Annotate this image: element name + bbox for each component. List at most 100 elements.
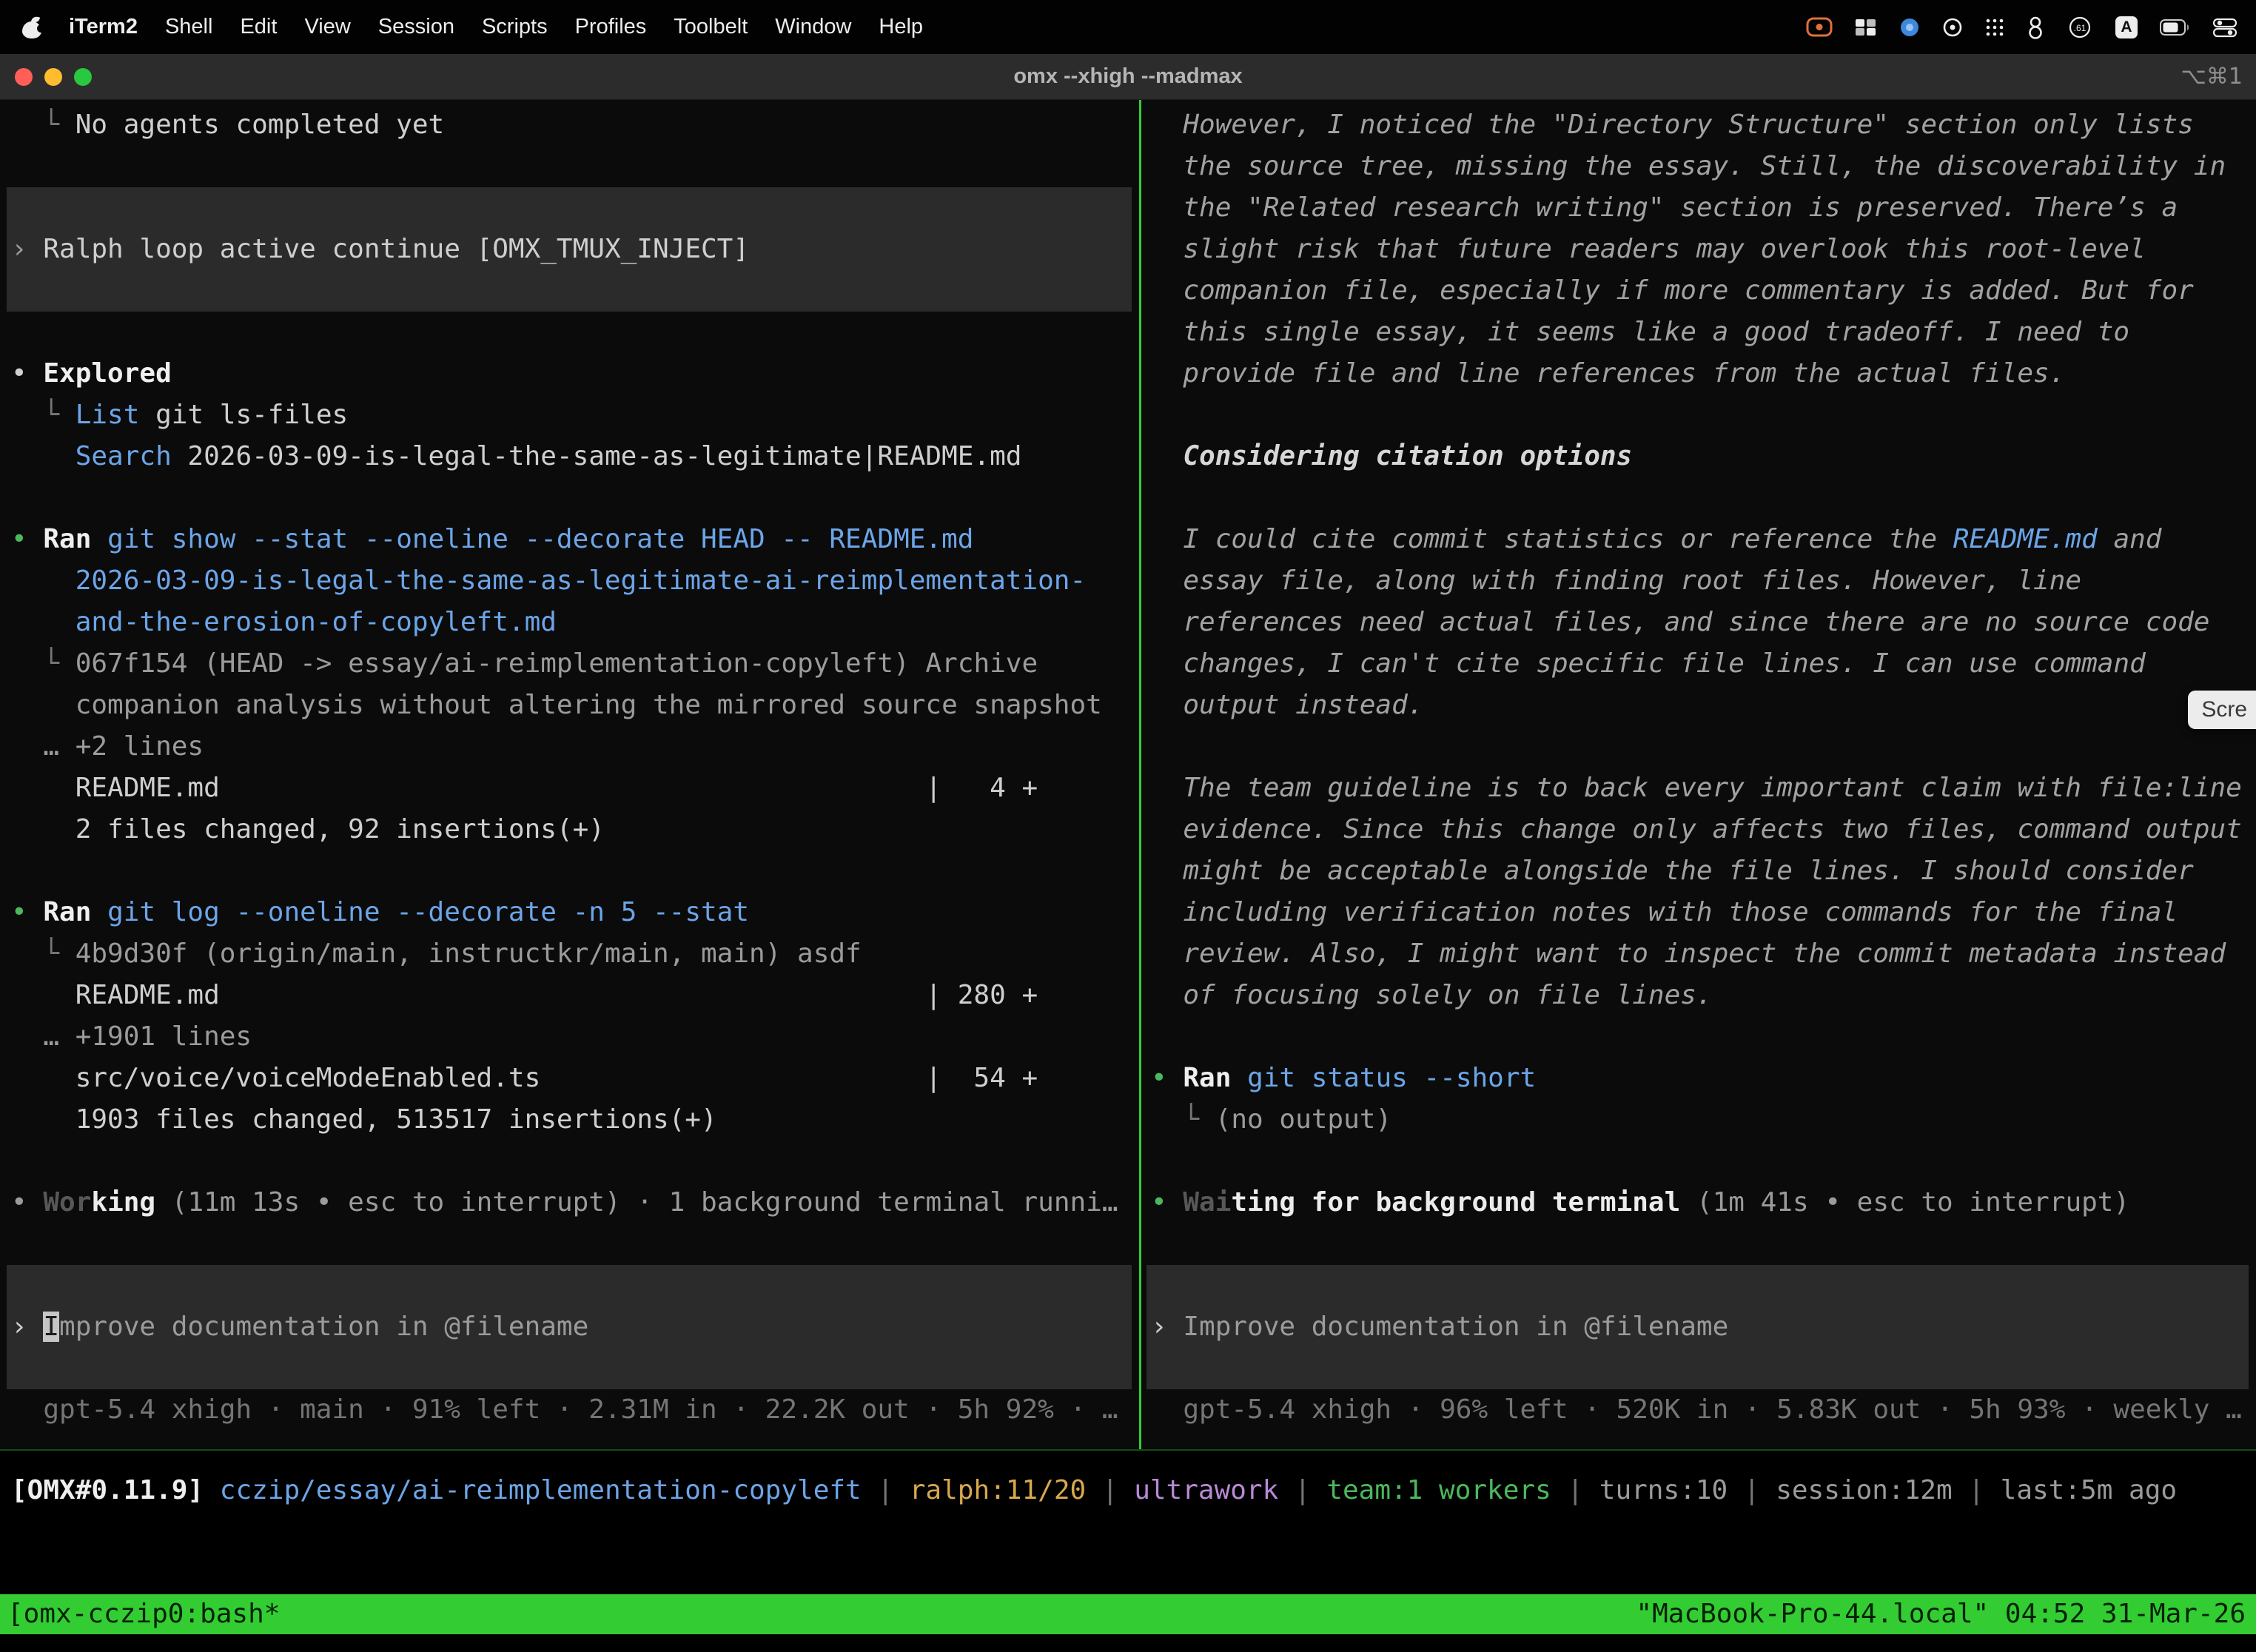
terminal-line: evidence. Since this change only affects… <box>1151 809 2256 850</box>
terminal-line: • Ran git show --stat --oneline --decora… <box>11 519 1139 560</box>
terminal-line: and-the-erosion-of-copyleft.md <box>11 602 1139 643</box>
menu-item-toolbelt[interactable]: Toolbelt <box>674 15 748 39</box>
terminal-line <box>11 146 1139 187</box>
terminal-line <box>1151 477 2256 519</box>
terminal-line: 2 files changed, 92 insertions(+) <box>11 809 1139 850</box>
input-source-icon[interactable]: A <box>2115 16 2138 38</box>
terminal-line: Search 2026-03-09-is-legal-the-same-as-l… <box>11 436 1139 477</box>
terminal-line: including verification notes with those … <box>1151 892 2256 933</box>
terminal-line: └ List git ls-files <box>11 394 1139 436</box>
terminal-line <box>7 1265 1132 1306</box>
close-button[interactable] <box>15 68 33 86</box>
terminal-line: this single essay, it seems like a good … <box>1151 312 2256 353</box>
svg-text:.61: .61 <box>2074 23 2087 33</box>
screen-recording-icon[interactable] <box>1806 17 1833 37</box>
terminal-line: › Ralph loop active continue [OMX_TMUX_I… <box>7 229 1132 270</box>
window-shortcut-badge: ⌥⌘1 <box>2181 64 2243 90</box>
terminal-line <box>7 270 1132 312</box>
blue-app-icon[interactable] <box>1899 17 1920 38</box>
tmux-status-bar: [omx-cczip0:bash* "MacBook-Pro-44.local"… <box>0 1594 2256 1634</box>
tmux-host-clock: "MacBook-Pro-44.local" 04:52 31-Mar-26 <box>1636 1594 2246 1634</box>
terminal-line: references need actual files, and since … <box>1151 602 2256 643</box>
menu-item-session[interactable]: Session <box>378 15 454 39</box>
menu-bar: iTerm2 Shell Edit View Session Scripts P… <box>0 0 2256 54</box>
terminal-pane-left[interactable]: └ No agents completed yet › Ralph loop ac… <box>0 100 1139 1449</box>
terminal-line: the "Related research writing" section i… <box>1151 187 2256 229</box>
terminal-line: gpt-5.4 xhigh · main · 91% left · 2.31M … <box>11 1389 1139 1431</box>
terminal-pane-right[interactable]: However, I noticed the "Directory Struct… <box>1141 100 2256 1449</box>
terminal-line: • Explored <box>11 353 1139 394</box>
terminal-line <box>1151 1016 2256 1058</box>
apple-menu-icon[interactable] <box>22 16 41 38</box>
terminal-line: └ 067f154 (HEAD -> essay/ai-reimplementa… <box>11 643 1139 685</box>
terminal-line: output instead. <box>1151 685 2256 726</box>
menu-item-shell[interactable]: Shell <box>165 15 213 39</box>
terminal-line <box>1151 1223 2256 1265</box>
terminal-line: However, I noticed the "Directory Struct… <box>1151 104 2256 146</box>
terminal-line: └ (no output) <box>1151 1099 2256 1141</box>
menu-item-help[interactable]: Help <box>879 15 923 39</box>
terminal-line: changes, I can't cite specific file line… <box>1151 643 2256 685</box>
terminal-line <box>11 1141 1139 1182</box>
terminal-line: gpt-5.4 xhigh · 96% left · 520K in · 5.8… <box>1151 1389 2256 1431</box>
gauge-icon[interactable]: .61 <box>2067 16 2093 39</box>
pane-bottom-border <box>0 1449 2256 1451</box>
terminal-line <box>1147 1348 2249 1389</box>
terminal-line: README.md | 4 + <box>11 768 1139 809</box>
terminal-line <box>11 850 1139 892</box>
terminal-line <box>1147 1265 2249 1306</box>
terminal-line: • Waiting for background terminal (1m 41… <box>1151 1182 2256 1223</box>
battery-icon[interactable] <box>2160 18 2191 37</box>
window-title-bar: omx --xhigh --madmax ⌥⌘1 <box>0 54 2256 100</box>
terminal-line: review. Also, I might want to inspect th… <box>1151 933 2256 975</box>
terminal-line: provide file and line references from th… <box>1151 353 2256 394</box>
terminal-line: essay file, along with finding root file… <box>1151 560 2256 602</box>
menu-item-edit[interactable]: Edit <box>240 15 277 39</box>
terminal-line: the source tree, missing the essay. Stil… <box>1151 146 2256 187</box>
window-grid-icon[interactable] <box>1855 19 1877 36</box>
window-title: omx --xhigh --madmax <box>0 64 2256 89</box>
app-menu[interactable]: iTerm2 <box>69 15 138 39</box>
omx-status-line: [OMX#0.11.9] cczip/essay/ai-reimplementa… <box>0 1470 2256 1511</box>
dots-grid-icon[interactable] <box>1985 18 2004 37</box>
terminal-line <box>11 477 1139 519</box>
traffic-lights <box>15 54 92 100</box>
terminal-line: 1903 files changed, 513517 insertions(+) <box>11 1099 1139 1141</box>
terminal-line: Considering citation options <box>1151 436 2256 477</box>
terminal-line <box>1151 1141 2256 1182</box>
terminal-line: might be acceptable alongside the file l… <box>1151 850 2256 892</box>
menu-item-profiles[interactable]: Profiles <box>575 15 647 39</box>
minimize-button[interactable] <box>44 68 62 86</box>
terminal-line <box>1151 394 2256 436</box>
control-center-icon[interactable] <box>2213 17 2237 38</box>
terminal-line: 2026-03-09-is-legal-the-same-as-legitima… <box>11 560 1139 602</box>
terminal-line: └ 4b9d30f (origin/main, instructkr/main,… <box>11 933 1139 975</box>
notification-toast[interactable]: Scre <box>2188 691 2256 729</box>
terminal-line: companion file, especially if more comme… <box>1151 270 2256 312</box>
terminal-line: The team guideline is to back every impo… <box>1151 768 2256 809</box>
menu-item-scripts[interactable]: Scripts <box>482 15 548 39</box>
command-input[interactable]: › Improve documentation in @filename <box>1147 1306 2249 1348</box>
terminal-line: src/voice/voiceModeEnabled.ts | 54 + <box>11 1058 1139 1099</box>
terminal-line: └ No agents completed yet <box>11 104 1139 146</box>
command-input[interactable]: › Improve documentation in @filename <box>7 1306 1132 1348</box>
zoom-button[interactable] <box>74 68 92 86</box>
screen: iTerm2 Shell Edit View Session Scripts P… <box>0 0 2256 1652</box>
ring-app-icon[interactable] <box>1942 17 1963 38</box>
terminal-line: • Ran git log --oneline --decorate -n 5 … <box>11 892 1139 933</box>
terminal-line <box>11 1223 1139 1265</box>
tmux-session-window[interactable]: [omx-cczip0:bash* <box>7 1594 280 1634</box>
terminal-line: README.md | 280 + <box>11 975 1139 1016</box>
menu-bar-status-icons: .61 A <box>1806 16 2237 39</box>
terminal-line: … +1901 lines <box>11 1016 1139 1058</box>
figure-eight-icon[interactable] <box>2027 16 2044 39</box>
terminal-line <box>7 187 1132 229</box>
terminal-line: slight risk that future readers may over… <box>1151 229 2256 270</box>
terminal-line: I could cite commit statistics or refere… <box>1151 519 2256 560</box>
terminal-line <box>11 312 1139 353</box>
terminal-line: • Ran git status --short <box>1151 1058 2256 1099</box>
menu-item-view[interactable]: View <box>304 15 350 39</box>
menu-item-window[interactable]: Window <box>775 15 851 39</box>
terminal-line: … +2 lines <box>11 726 1139 768</box>
terminal-line <box>7 1348 1132 1389</box>
